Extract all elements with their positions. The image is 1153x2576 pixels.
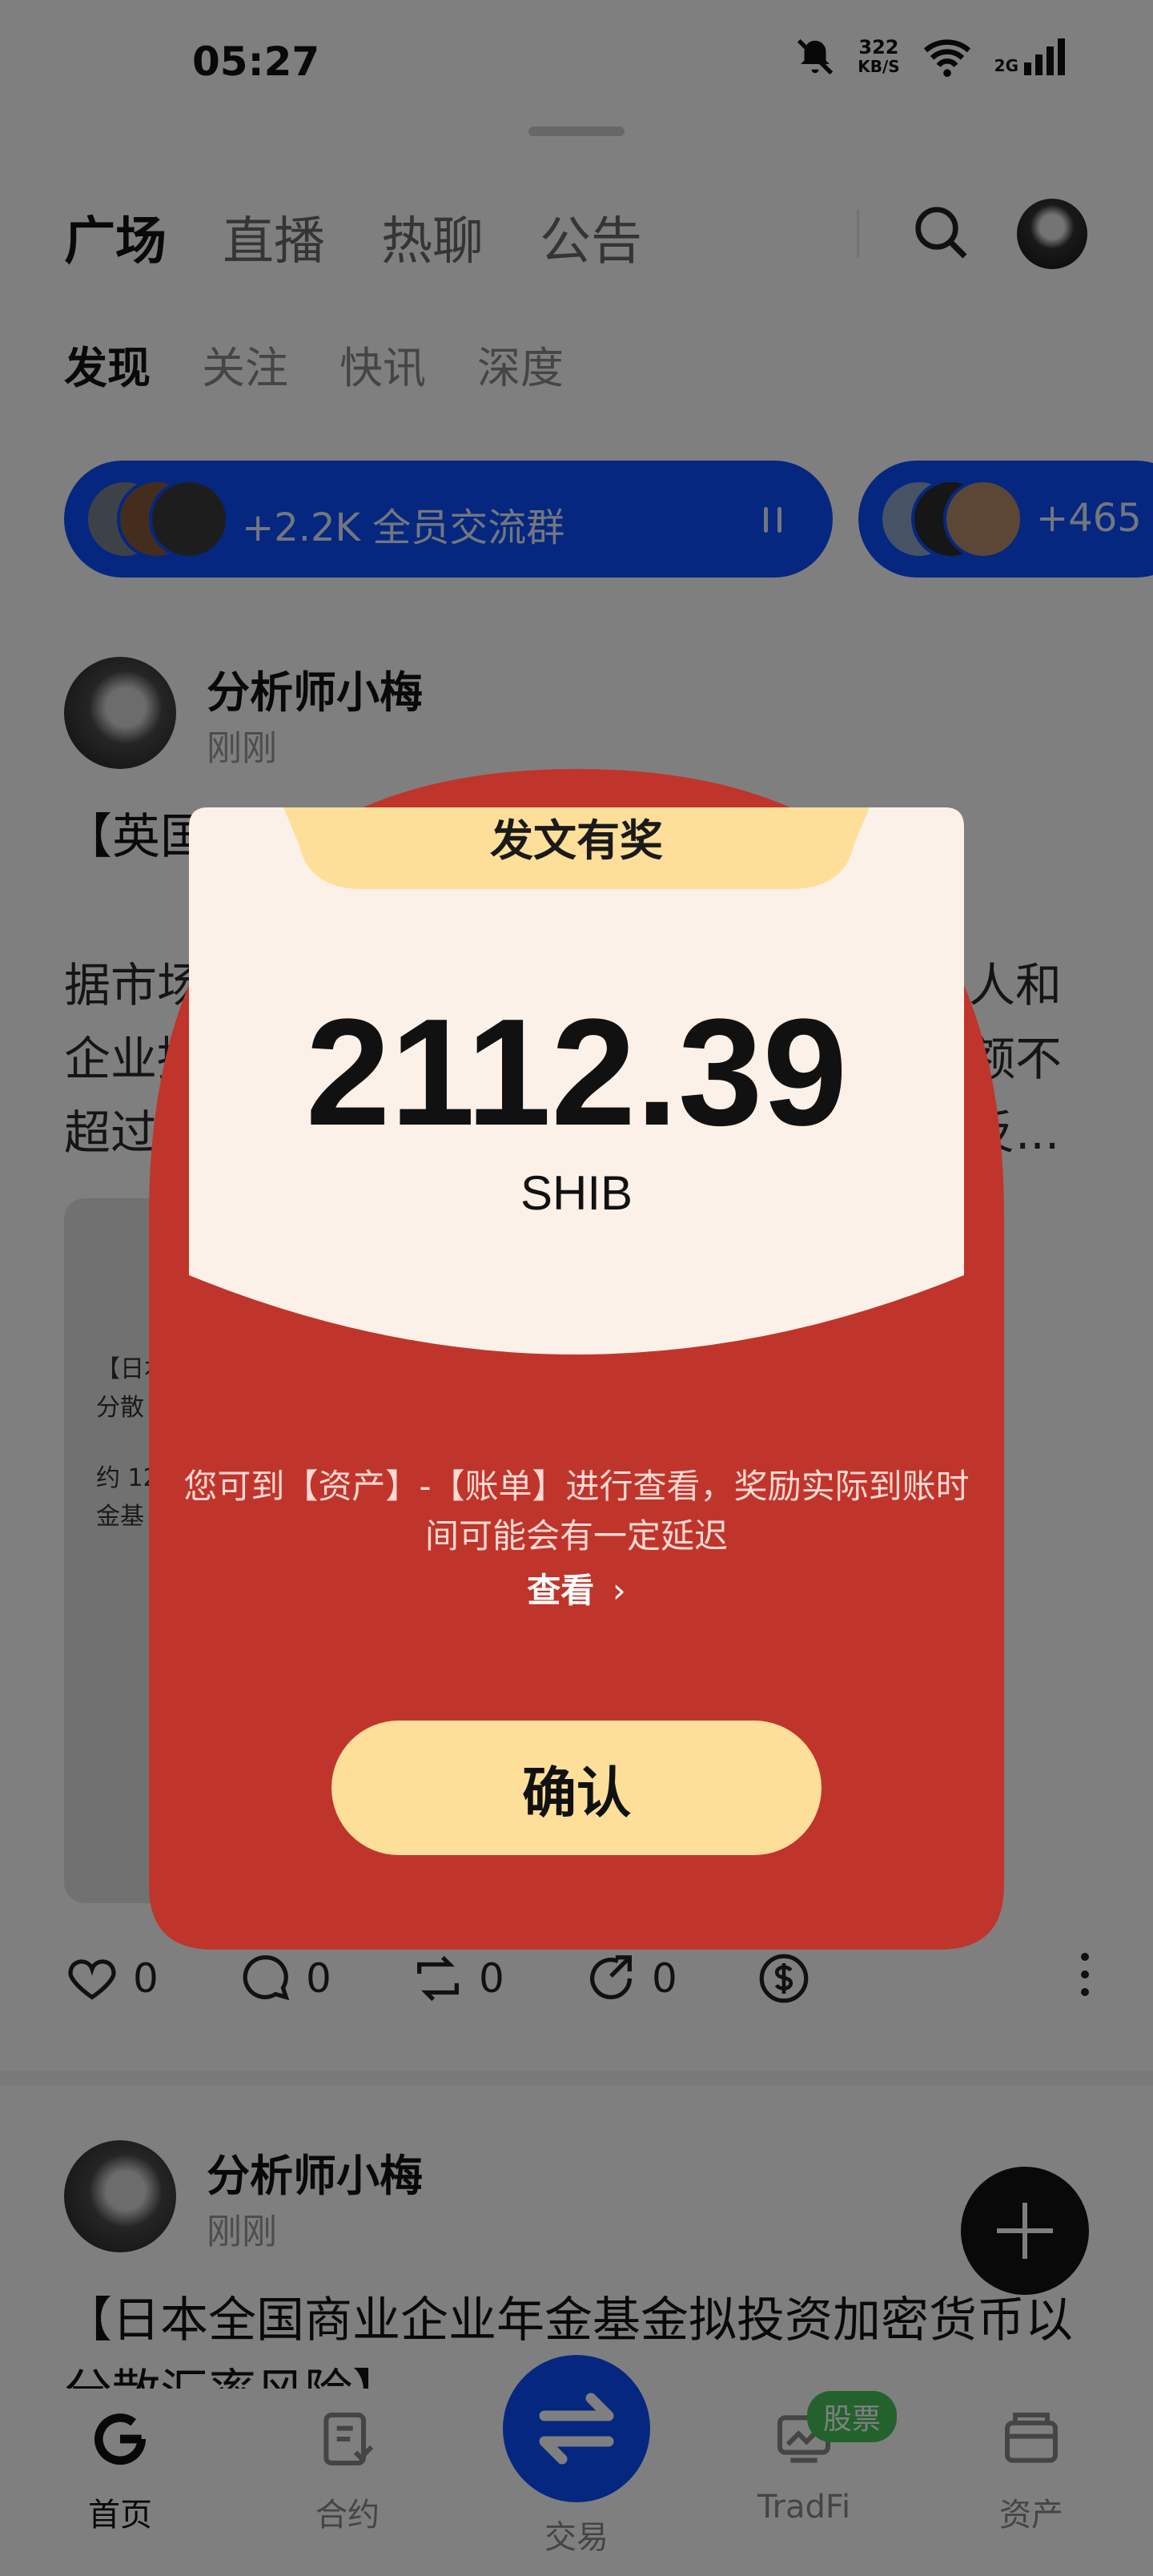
view-bill-link[interactable]: 查看 ›	[149, 1564, 1004, 1612]
chevron-right-icon: ›	[612, 1571, 626, 1610]
reward-notice: 您可到【资产】-【账单】进行查看，奖励实际到账时间可能会有一定延迟	[183, 1467, 970, 1556]
reward-currency: SHIB	[520, 1166, 633, 1220]
reward-amount: 2112.39	[305, 988, 848, 1157]
reward-title: 发文有奖	[490, 815, 663, 866]
confirm-button[interactable]: 确认	[331, 1721, 822, 1855]
reward-modal: 发文有奖 2112.39 SHIB 您可到【资产】-【账单】进行查看，奖励实际到…	[149, 769, 1004, 1950]
